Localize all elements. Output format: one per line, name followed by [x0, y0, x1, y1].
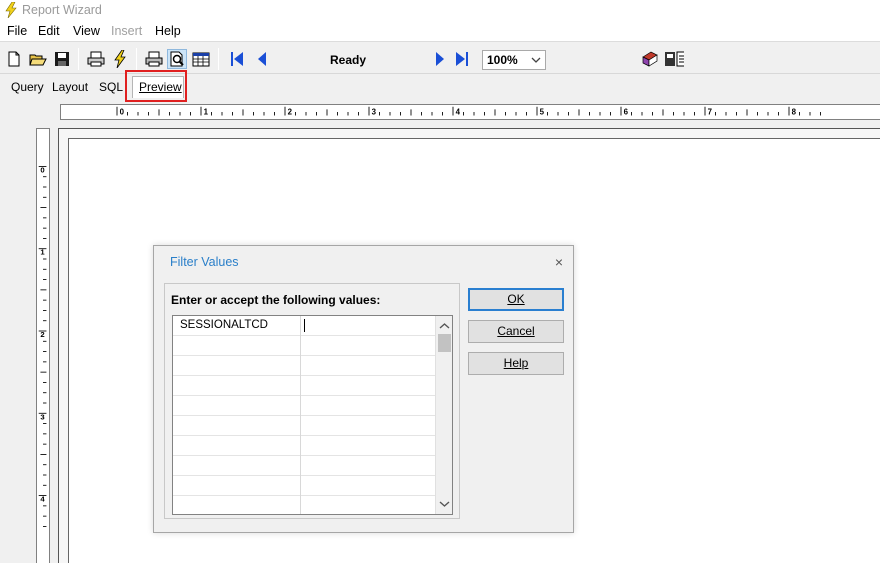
table-row[interactable] [173, 436, 435, 456]
param-name-cell: SESSIONALTCD [173, 316, 301, 336]
first-page-icon[interactable] [227, 49, 247, 69]
filter-values-dialog: Filter Values × Enter or accept the foll… [153, 245, 574, 533]
title-bar: Report Wizard [0, 0, 880, 22]
lightning-icon [4, 1, 18, 21]
param-value-cell[interactable] [302, 496, 435, 514]
values-prompt: Enter or accept the following values: [171, 293, 381, 307]
param-value-cell[interactable] [302, 476, 435, 496]
ruler-label: 2 [40, 330, 44, 339]
param-value-cell[interactable] [302, 336, 435, 356]
menu-file[interactable]: File [7, 24, 27, 38]
cancel-button[interactable]: Cancel [468, 320, 564, 343]
table-row[interactable] [173, 356, 435, 376]
print-icon[interactable] [144, 49, 164, 69]
ruler-label: 1 [204, 108, 209, 117]
help-button[interactable]: Help [468, 352, 564, 375]
save-icon[interactable] [52, 49, 72, 69]
export-icon[interactable] [664, 49, 684, 69]
param-value-cell[interactable] [302, 436, 435, 456]
param-value-cell[interactable] [302, 316, 435, 336]
ruler-label: 0 [120, 108, 125, 117]
highlight-box [125, 70, 187, 102]
tab-layout[interactable]: Layout [52, 80, 88, 94]
values-grid: SESSIONALTCD [172, 315, 453, 515]
table-row[interactable] [173, 456, 435, 476]
window-title: Report Wizard [22, 3, 102, 17]
ruler-label: 1 [40, 248, 45, 257]
tab-query[interactable]: Query [11, 80, 44, 94]
param-value-cell[interactable] [302, 356, 435, 376]
print-setup-icon[interactable] [86, 49, 106, 69]
param-name-cell [173, 396, 301, 416]
last-page-icon[interactable] [452, 49, 472, 69]
table-row[interactable] [173, 336, 435, 356]
ruler-label: 2 [288, 108, 293, 117]
ruler-label: 7 [708, 108, 713, 117]
param-name-cell [173, 436, 301, 456]
ok-button[interactable]: OK [468, 288, 564, 311]
run-icon[interactable] [110, 49, 130, 69]
menu-edit[interactable]: Edit [38, 24, 60, 38]
status-text: Ready [330, 53, 367, 67]
close-icon[interactable]: × [555, 254, 563, 270]
menu-view[interactable]: View [73, 24, 100, 38]
ruler-label: 5 [540, 108, 545, 117]
param-name-cell [173, 356, 301, 376]
ruler-label: 6 [624, 108, 629, 117]
ruler-label: 4 [456, 108, 461, 117]
next-page-icon[interactable] [430, 49, 450, 69]
param-name-cell [173, 336, 301, 356]
scroll-up-icon[interactable] [439, 319, 450, 333]
grid-icon[interactable] [191, 49, 211, 69]
param-name-cell [173, 376, 301, 396]
ruler-label: 4 [40, 495, 45, 504]
prev-page-icon[interactable] [252, 49, 272, 69]
table-row[interactable] [173, 496, 435, 514]
book-icon[interactable] [640, 49, 660, 69]
table-row[interactable] [173, 416, 435, 436]
param-name-cell [173, 496, 301, 514]
zoom-value: 100% [487, 53, 518, 67]
param-value-cell[interactable] [302, 416, 435, 436]
menu-insert[interactable]: Insert [111, 24, 142, 38]
param-value-cell[interactable] [302, 396, 435, 416]
menu-help[interactable]: Help [155, 24, 181, 38]
ruler-label: 3 [372, 108, 377, 117]
horizontal-ruler: 0 1 2 3 4 5 6 7 8 [60, 104, 880, 120]
tab-sql[interactable]: SQL [99, 80, 123, 94]
chevron-down-icon [531, 54, 541, 68]
open-icon[interactable] [28, 49, 48, 69]
table-row[interactable] [173, 376, 435, 396]
ruler-label: 3 [40, 412, 44, 421]
menu-bar: File Edit View Insert Help [0, 22, 880, 42]
param-value-cell[interactable] [302, 456, 435, 476]
scroll-down-icon[interactable] [439, 497, 450, 511]
param-name-cell [173, 416, 301, 436]
preview-icon[interactable] [167, 49, 187, 69]
text-caret [304, 319, 305, 332]
table-row[interactable] [173, 476, 435, 496]
param-value-cell[interactable] [302, 376, 435, 396]
dialog-title: Filter Values [170, 255, 239, 269]
param-name-cell [173, 456, 301, 476]
grid-scrollbar[interactable] [435, 316, 452, 514]
values-group: Enter or accept the following values: SE… [164, 283, 460, 519]
new-icon[interactable] [4, 49, 24, 69]
scroll-thumb[interactable] [438, 334, 451, 352]
table-row[interactable]: SESSIONALTCD [173, 316, 435, 336]
zoom-select[interactable]: 100% [482, 50, 546, 70]
table-row[interactable] [173, 396, 435, 416]
param-name-cell [173, 476, 301, 496]
ruler-label: 0 [40, 165, 44, 174]
ruler-label: 8 [792, 108, 797, 117]
vertical-ruler: 0 1 2 3 4 [36, 128, 50, 563]
